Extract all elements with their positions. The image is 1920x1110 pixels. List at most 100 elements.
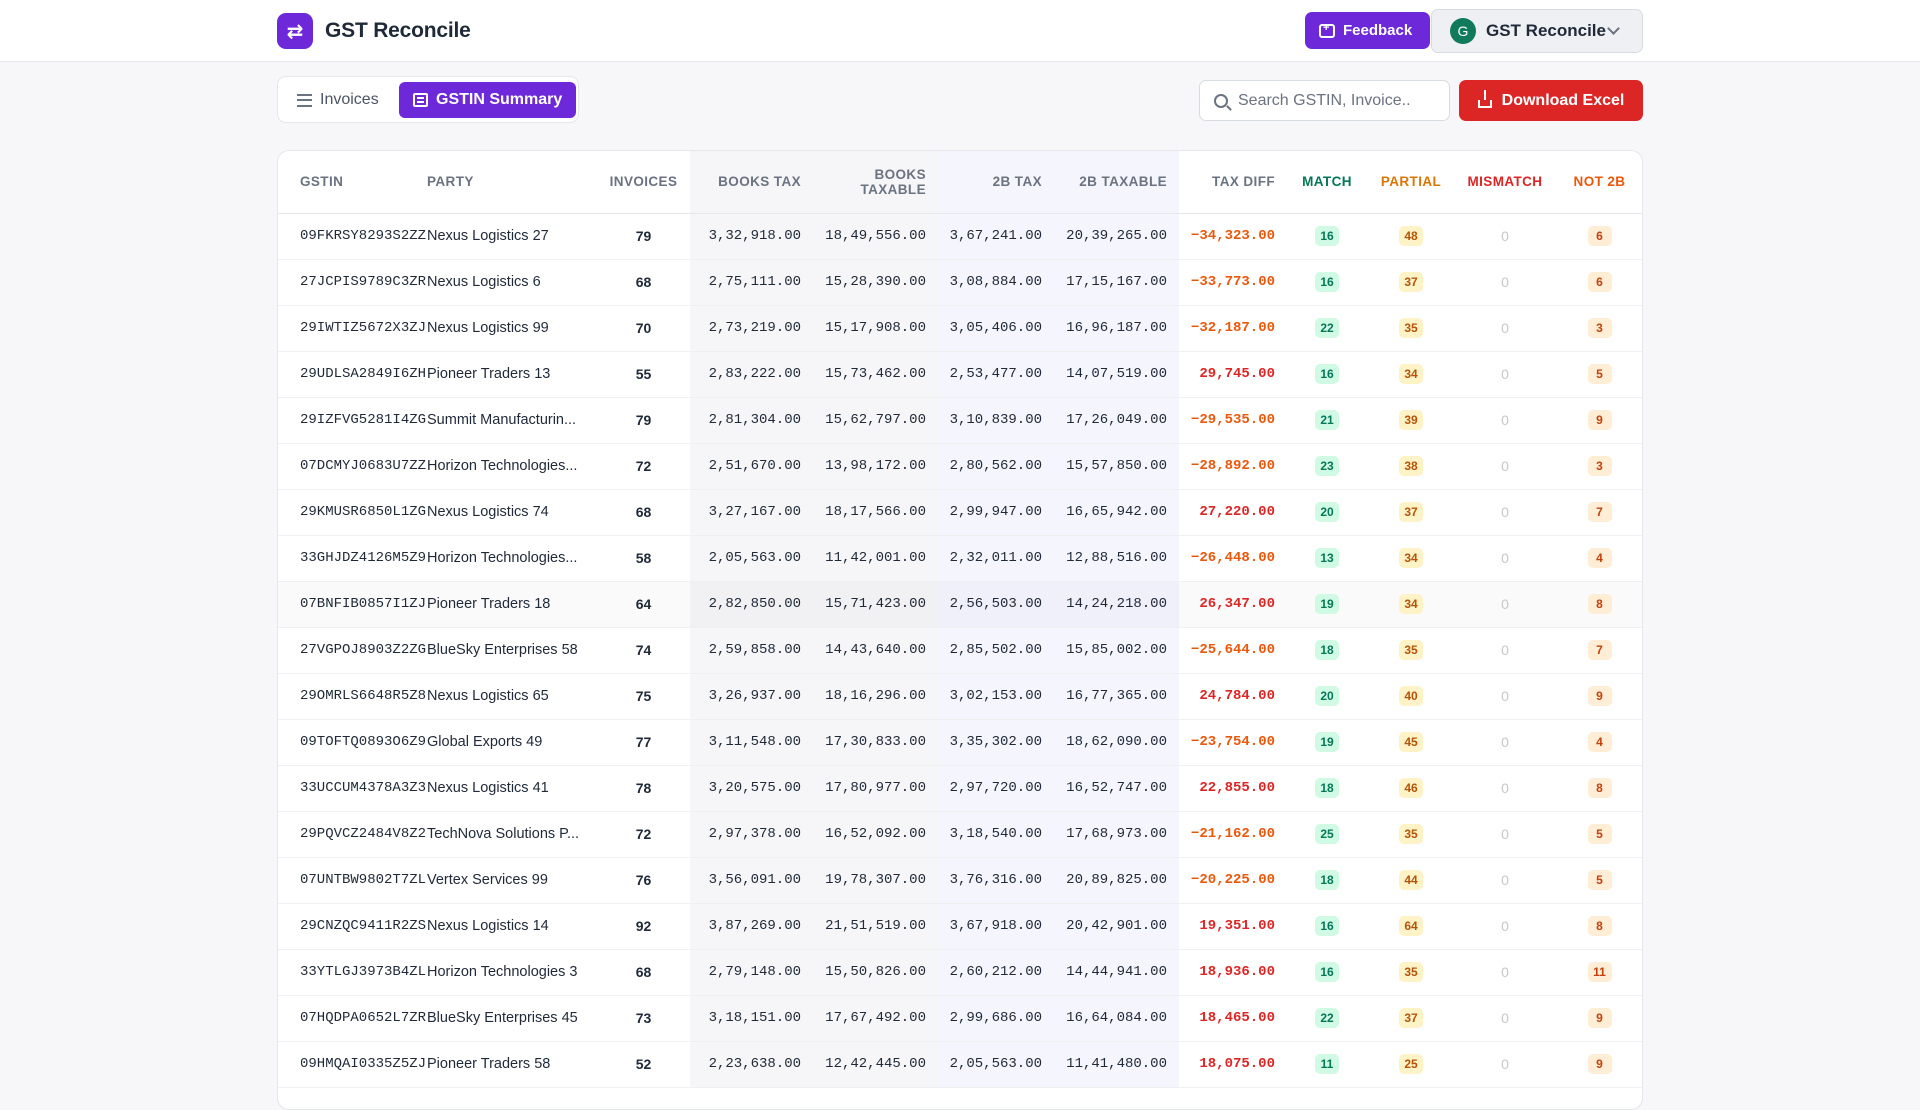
partial-cell: 46 <box>1367 765 1455 812</box>
table-body: 09FKRSY8293S2ZZ Nexus Logistics 27 79 3,32,… <box>278 213 1642 1088</box>
mismatch-cell: 0 <box>1455 995 1555 1042</box>
table-row[interactable]: 09TOFTQ0893O6Z9 Global Exports 49 77 3,11,5… <box>278 719 1642 766</box>
account-menu-button[interactable]: G GST Reconcile <box>1431 9 1643 53</box>
tax-diff-cell: −23,754.00 <box>1179 719 1287 766</box>
table-row[interactable]: 07UNTBW9802T7ZL Vertex Services 99 76 3,56,… <box>278 857 1642 904</box>
tax-diff-cell: 26,347.00 <box>1179 581 1287 628</box>
partial-cell: 37 <box>1367 489 1455 536</box>
party-cell: Pioneer Traders 13 <box>427 351 597 398</box>
view-tabs: Invoices GSTIN Summary <box>277 76 579 123</box>
partial-badge: 37 <box>1399 502 1423 522</box>
not-2b-cell: 9 <box>1555 673 1642 720</box>
feedback-button[interactable]: Feedback <box>1305 12 1431 49</box>
col-books-tax[interactable]: BOOKS TAX <box>690 151 813 214</box>
col-books-taxable[interactable]: BOOKS TAXABLE <box>813 151 938 214</box>
table-row[interactable]: 29UDLSA2849I6ZH Pioneer Traders 13 55 2,83,… <box>278 351 1642 398</box>
tax-diff-cell: −28,892.00 <box>1179 443 1287 490</box>
col-2b-tax[interactable]: 2B TAX <box>938 151 1054 214</box>
search-box[interactable] <box>1199 80 1450 121</box>
books-taxable-cell: 17,67,492.00 <box>813 995 938 1042</box>
gstin-cell: 29CNZQC9411R2ZS <box>278 903 427 950</box>
partial-badge: 35 <box>1399 824 1423 844</box>
table-row[interactable]: 33GHJDZ4126M5Z9 Horizon Technologies... 58… <box>278 535 1642 582</box>
gstin-cell: 33UCCUM4378A3Z3 <box>278 765 427 812</box>
books-taxable-cell: 18,17,566.00 <box>813 489 938 536</box>
gstin-cell: 07BNFIB0857I1ZJ <box>278 581 427 628</box>
col-mismatch[interactable]: MISMATCH <box>1455 151 1555 214</box>
not-2b-cell: 4 <box>1555 535 1642 582</box>
table-row[interactable]: 33UCCUM4378A3Z3 Nexus Logistics 41 78 3,20,… <box>278 765 1642 812</box>
match-cell: 20 <box>1287 489 1367 536</box>
table-row[interactable]: 09HMQAI0335Z5ZJ Pioneer Traders 58 52 2,23,… <box>278 1041 1642 1088</box>
table-row[interactable]: 29PQVCZ2484V8Z2 TechNova Solutions P... 72… <box>278 811 1642 858</box>
gstin-cell: 29OMRLS6648R5Z8 <box>278 673 427 720</box>
gstin-summary-table: GSTIN PARTY INVOICES BOOKS TAX BOOKS TAX… <box>278 151 1642 1088</box>
col-invoices[interactable]: INVOICES <box>597 151 690 214</box>
chevron-down-icon <box>1607 22 1620 35</box>
match-badge: 19 <box>1315 732 1339 752</box>
invoices-cell: 78 <box>597 765 690 812</box>
table-row[interactable]: 07DCMYJ0683U7ZZ Horizon Technologies... 72… <box>278 443 1642 490</box>
swap-arrows-icon: ⇄ <box>277 13 313 49</box>
download-excel-button[interactable]: Download Excel <box>1459 80 1643 121</box>
2b-taxable-cell: 11,41,480.00 <box>1054 1041 1179 1088</box>
gstin-cell: 29KMUSR6850L1ZG <box>278 489 427 536</box>
mismatch-badge: 0 <box>1501 550 1509 566</box>
partial-cell: 45 <box>1367 719 1455 766</box>
not-2b-cell: 6 <box>1555 213 1642 260</box>
2b-tax-cell: 2,56,503.00 <box>938 581 1054 628</box>
col-gstin[interactable]: GSTIN <box>278 151 427 214</box>
table-row[interactable]: 29KMUSR6850L1ZG Nexus Logistics 74 68 3,27,… <box>278 489 1642 536</box>
col-2b-taxable[interactable]: 2B TAXABLE <box>1054 151 1179 214</box>
books-taxable-cell: 15,62,797.00 <box>813 397 938 444</box>
col-party[interactable]: PARTY <box>427 151 597 214</box>
books-tax-cell: 3,27,167.00 <box>690 489 813 536</box>
col-not-2b[interactable]: NOT 2B <box>1555 151 1642 214</box>
table-row[interactable]: 07HQDPA0652L7ZR BlueSky Enterprises 45 73 3… <box>278 995 1642 1042</box>
table-row[interactable]: 09FKRSY8293S2ZZ Nexus Logistics 27 79 3,32,… <box>278 213 1642 260</box>
partial-cell: 39 <box>1367 397 1455 444</box>
invoices-cell: 73 <box>597 995 690 1042</box>
col-tax-diff[interactable]: TAX DIFF <box>1179 151 1287 214</box>
match-badge: 25 <box>1315 824 1339 844</box>
table-row[interactable]: 27VGPOJ8903Z2ZG BlueSky Enterprises 58 74 2… <box>278 627 1642 674</box>
party-cell: Summit Manufacturin... <box>427 397 597 444</box>
books-taxable-cell: 11,42,001.00 <box>813 535 938 582</box>
match-cell: 16 <box>1287 259 1367 306</box>
mismatch-cell: 0 <box>1455 811 1555 858</box>
table-row[interactable]: 29IWTIZ5672X3ZJ Nexus Logistics 99 70 2,73,… <box>278 305 1642 352</box>
not-2b-badge: 4 <box>1587 732 1612 752</box>
table-row[interactable]: 29CNZQC9411R2ZS Nexus Logistics 14 92 3,87,… <box>278 903 1642 950</box>
table-row[interactable]: 29OMRLS6648R5Z8 Nexus Logistics 65 75 3,26,… <box>278 673 1642 720</box>
2b-taxable-cell: 16,65,942.00 <box>1054 489 1179 536</box>
table-row[interactable]: 33YTLGJ3973B4ZL Horizon Technologies 3 68 2… <box>278 949 1642 996</box>
tab-invoices[interactable]: Invoices <box>283 82 393 118</box>
not-2b-badge: 4 <box>1587 548 1612 568</box>
brand[interactable]: ⇄ GST Reconcile <box>277 13 471 49</box>
table-row[interactable]: 07BNFIB0857I1ZJ Pioneer Traders 18 64 2,82,… <box>278 581 1642 628</box>
search-input[interactable] <box>1238 91 1418 110</box>
partial-cell: 38 <box>1367 443 1455 490</box>
partial-badge: 40 <box>1399 686 1423 706</box>
2b-tax-cell: 2,85,502.00 <box>938 627 1054 674</box>
match-badge: 18 <box>1315 778 1339 798</box>
party-cell: Horizon Technologies... <box>427 443 597 490</box>
gstin-cell: 29IZFVG5281I4ZG <box>278 397 427 444</box>
col-match[interactable]: MATCH <box>1287 151 1367 214</box>
mismatch-badge: 0 <box>1501 320 1509 336</box>
books-taxable-cell: 16,52,092.00 <box>813 811 938 858</box>
tax-diff-cell: 19,351.00 <box>1179 903 1287 950</box>
books-tax-cell: 2,73,219.00 <box>690 305 813 352</box>
mismatch-cell: 0 <box>1455 627 1555 674</box>
gstin-cell: 29UDLSA2849I6ZH <box>278 351 427 398</box>
partial-badge: 35 <box>1399 318 1423 338</box>
partial-badge: 35 <box>1399 962 1423 982</box>
tax-diff-cell: −21,162.00 <box>1179 811 1287 858</box>
not-2b-badge: 6 <box>1587 226 1612 246</box>
match-cell: 13 <box>1287 535 1367 582</box>
table-row[interactable]: 29IZFVG5281I4ZG Summit Manufacturin... 79 2… <box>278 397 1642 444</box>
invoices-cell: 68 <box>597 949 690 996</box>
tab-gstin-summary[interactable]: GSTIN Summary <box>399 82 577 118</box>
col-partial[interactable]: PARTIAL <box>1367 151 1455 214</box>
table-row[interactable]: 27JCPIS9789C3ZR Nexus Logistics 6 68 2,75,1… <box>278 259 1642 306</box>
